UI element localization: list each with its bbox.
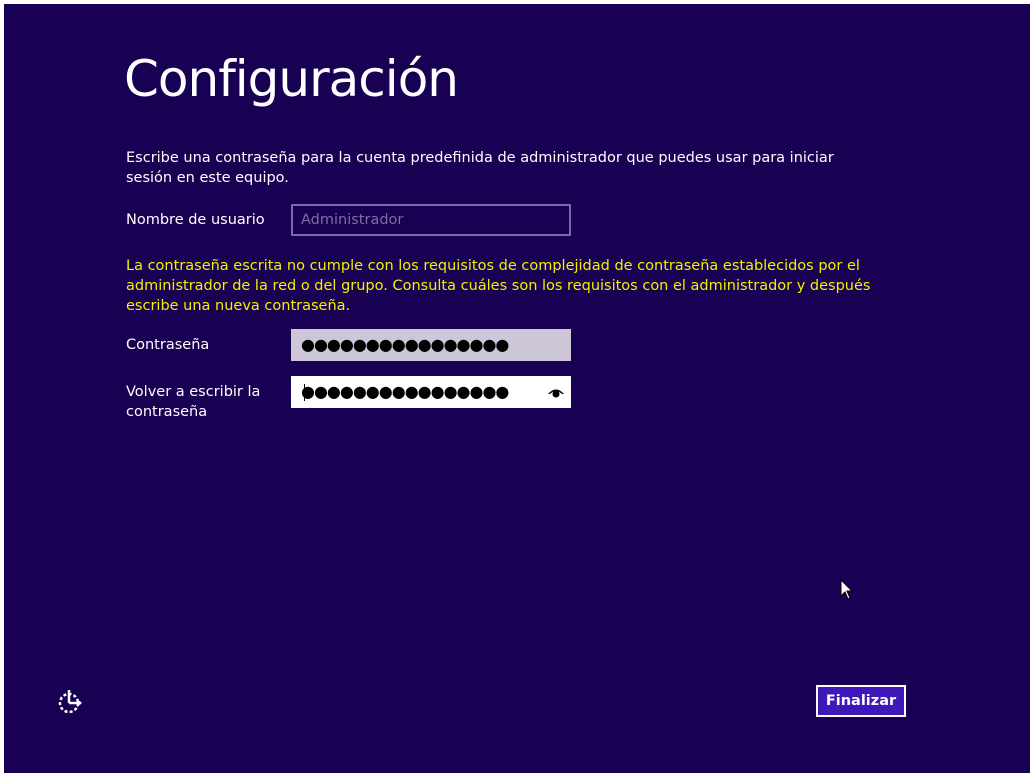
confirm-password-label: Volver a escribir la contraseña — [126, 384, 261, 420]
password-masked-value: ●●●●●●●●●●●●●●●● — [301, 335, 509, 354]
text-caret — [304, 384, 305, 401]
page-title: Configuración — [124, 50, 459, 108]
confirm-password-masked-value: ●●●●●●●●●●●●●●●● — [301, 382, 509, 401]
eye-icon[interactable] — [547, 384, 565, 400]
password-label: Contraseña — [126, 337, 210, 353]
username-label: Nombre de usuario — [126, 212, 265, 228]
finish-button[interactable]: Finalizar — [816, 685, 906, 717]
intro-text: Escribe una contraseña para la cuenta pr… — [126, 150, 834, 186]
confirm-password-field[interactable]: ●●●●●●●●●●●●●●●● — [291, 376, 571, 408]
password-field[interactable]: ●●●●●●●●●●●●●●●● — [291, 329, 571, 361]
username-field: Administrador — [291, 204, 571, 236]
mouse-pointer-icon — [840, 579, 854, 600]
setup-window: Configuración Escribe una contraseña par… — [4, 4, 1030, 773]
password-warning: La contraseña escrita no cumple con los … — [126, 258, 871, 314]
ease-of-access-icon[interactable] — [56, 688, 84, 716]
